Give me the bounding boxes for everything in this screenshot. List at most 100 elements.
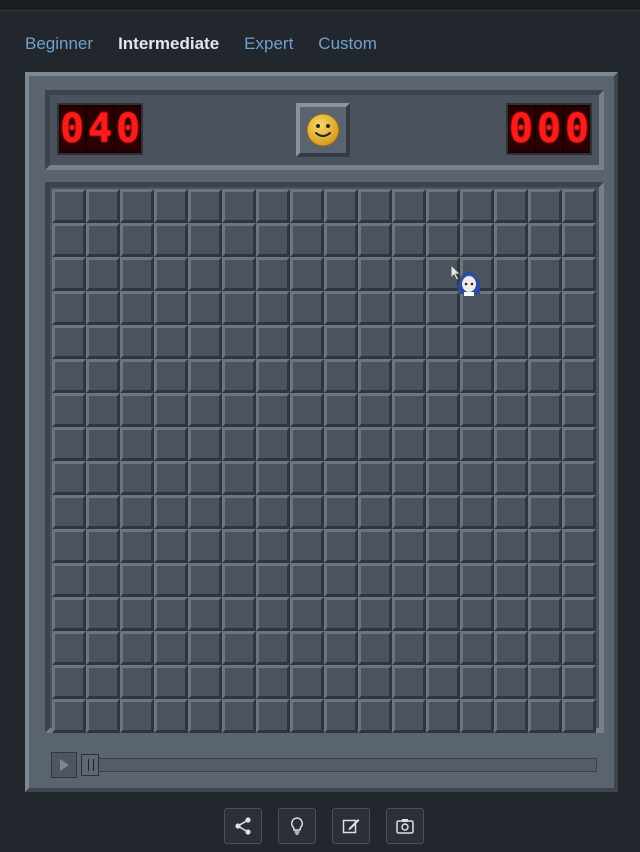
minefield-cell[interactable] xyxy=(358,495,392,529)
minefield-cell[interactable] xyxy=(154,291,188,325)
minefield-cell[interactable] xyxy=(494,495,528,529)
minefield-cell[interactable] xyxy=(188,665,222,699)
minefield-cell[interactable] xyxy=(426,597,460,631)
minefield-cell[interactable] xyxy=(562,699,596,733)
minefield-cell[interactable] xyxy=(120,359,154,393)
minefield-cell[interactable] xyxy=(426,427,460,461)
minefield-cell[interactable] xyxy=(562,427,596,461)
minefield-cell[interactable] xyxy=(392,665,426,699)
minefield-cell[interactable] xyxy=(562,631,596,665)
minefield-cell[interactable] xyxy=(154,461,188,495)
minefield-cell[interactable] xyxy=(392,257,426,291)
minefield-cell[interactable] xyxy=(188,189,222,223)
minefield-cell[interactable] xyxy=(358,699,392,733)
minefield-cell[interactable] xyxy=(256,393,290,427)
minefield-cell[interactable] xyxy=(86,597,120,631)
minefield-cell[interactable] xyxy=(426,189,460,223)
minefield-cell[interactable] xyxy=(426,529,460,563)
minefield-cell[interactable] xyxy=(460,427,494,461)
minefield-cell[interactable] xyxy=(154,359,188,393)
minefield-cell[interactable] xyxy=(494,359,528,393)
minefield-cell[interactable] xyxy=(86,359,120,393)
minefield-cell[interactable] xyxy=(562,359,596,393)
minefield-cell[interactable] xyxy=(528,325,562,359)
minefield-cell[interactable] xyxy=(222,393,256,427)
reset-face-button[interactable] xyxy=(296,103,350,157)
minefield-cell[interactable] xyxy=(154,699,188,733)
minefield-cell[interactable] xyxy=(256,597,290,631)
minefield-cell[interactable] xyxy=(188,631,222,665)
minefield-cell[interactable] xyxy=(52,495,86,529)
minefield-cell[interactable] xyxy=(256,223,290,257)
minefield-cell[interactable] xyxy=(256,291,290,325)
minefield-cell[interactable] xyxy=(426,699,460,733)
minefield-cell[interactable] xyxy=(188,597,222,631)
minefield-cell[interactable] xyxy=(52,529,86,563)
minefield-cell[interactable] xyxy=(256,631,290,665)
minefield-cell[interactable] xyxy=(86,529,120,563)
minefield-cell[interactable] xyxy=(358,631,392,665)
minefield-cell[interactable] xyxy=(154,563,188,597)
minefield-cell[interactable] xyxy=(460,665,494,699)
replay-play-button[interactable] xyxy=(51,752,77,778)
minefield-cell[interactable] xyxy=(222,563,256,597)
minefield-cell[interactable] xyxy=(154,223,188,257)
minefield-cell[interactable] xyxy=(528,631,562,665)
minefield-cell[interactable] xyxy=(426,665,460,699)
minefield-cell[interactable] xyxy=(154,631,188,665)
minefield-cell[interactable] xyxy=(392,359,426,393)
minefield-cell[interactable] xyxy=(494,597,528,631)
minefield-cell[interactable] xyxy=(188,563,222,597)
minefield-cell[interactable] xyxy=(392,291,426,325)
minefield-cell[interactable] xyxy=(324,665,358,699)
tab-expert[interactable]: Expert xyxy=(244,33,293,55)
minefield-cell[interactable] xyxy=(290,359,324,393)
minefield-cell[interactable] xyxy=(86,461,120,495)
minefield-cell[interactable] xyxy=(290,325,324,359)
minefield-cell[interactable] xyxy=(426,393,460,427)
replay-slider-handle[interactable] xyxy=(81,754,99,776)
minefield-cell[interactable] xyxy=(86,257,120,291)
minefield-cell[interactable] xyxy=(256,529,290,563)
minefield-cell[interactable] xyxy=(358,359,392,393)
minefield-cell[interactable] xyxy=(494,631,528,665)
minefield-cell[interactable] xyxy=(86,665,120,699)
minefield-cell[interactable] xyxy=(86,699,120,733)
minefield-cell[interactable] xyxy=(52,631,86,665)
minefield-cell[interactable] xyxy=(358,597,392,631)
minefield-cell[interactable] xyxy=(154,529,188,563)
minefield-cell[interactable] xyxy=(562,257,596,291)
minefield-cell[interactable] xyxy=(222,291,256,325)
minefield-cell[interactable] xyxy=(324,223,358,257)
minefield-cell[interactable] xyxy=(494,393,528,427)
minefield-cell[interactable] xyxy=(494,461,528,495)
minefield-cell[interactable] xyxy=(426,631,460,665)
minefield-cell[interactable] xyxy=(188,427,222,461)
minefield-cell[interactable] xyxy=(494,699,528,733)
minefield-cell[interactable] xyxy=(460,189,494,223)
minefield-cell[interactable] xyxy=(256,189,290,223)
minefield-cell[interactable] xyxy=(494,189,528,223)
hint-button[interactable] xyxy=(278,808,316,844)
minefield-cell[interactable] xyxy=(52,461,86,495)
minefield-cell[interactable] xyxy=(86,223,120,257)
minefield-cell[interactable] xyxy=(562,291,596,325)
minefield-cell[interactable] xyxy=(392,597,426,631)
minefield-cell[interactable] xyxy=(460,223,494,257)
minefield-cell[interactable] xyxy=(188,359,222,393)
minefield-cell[interactable] xyxy=(290,529,324,563)
minefield-cell[interactable] xyxy=(120,223,154,257)
minefield-cell[interactable] xyxy=(324,461,358,495)
minefield-cell[interactable] xyxy=(52,291,86,325)
tab-custom[interactable]: Custom xyxy=(318,33,377,55)
minefield-cell[interactable] xyxy=(392,699,426,733)
minefield-cell[interactable] xyxy=(120,325,154,359)
minefield-cell[interactable] xyxy=(222,665,256,699)
minefield-cell[interactable] xyxy=(188,461,222,495)
minefield-cell[interactable] xyxy=(358,393,392,427)
minefield-cell[interactable] xyxy=(358,325,392,359)
minefield-cell[interactable] xyxy=(392,393,426,427)
minefield-cell[interactable] xyxy=(86,495,120,529)
minefield-cell[interactable] xyxy=(290,461,324,495)
minefield-cell[interactable] xyxy=(392,631,426,665)
